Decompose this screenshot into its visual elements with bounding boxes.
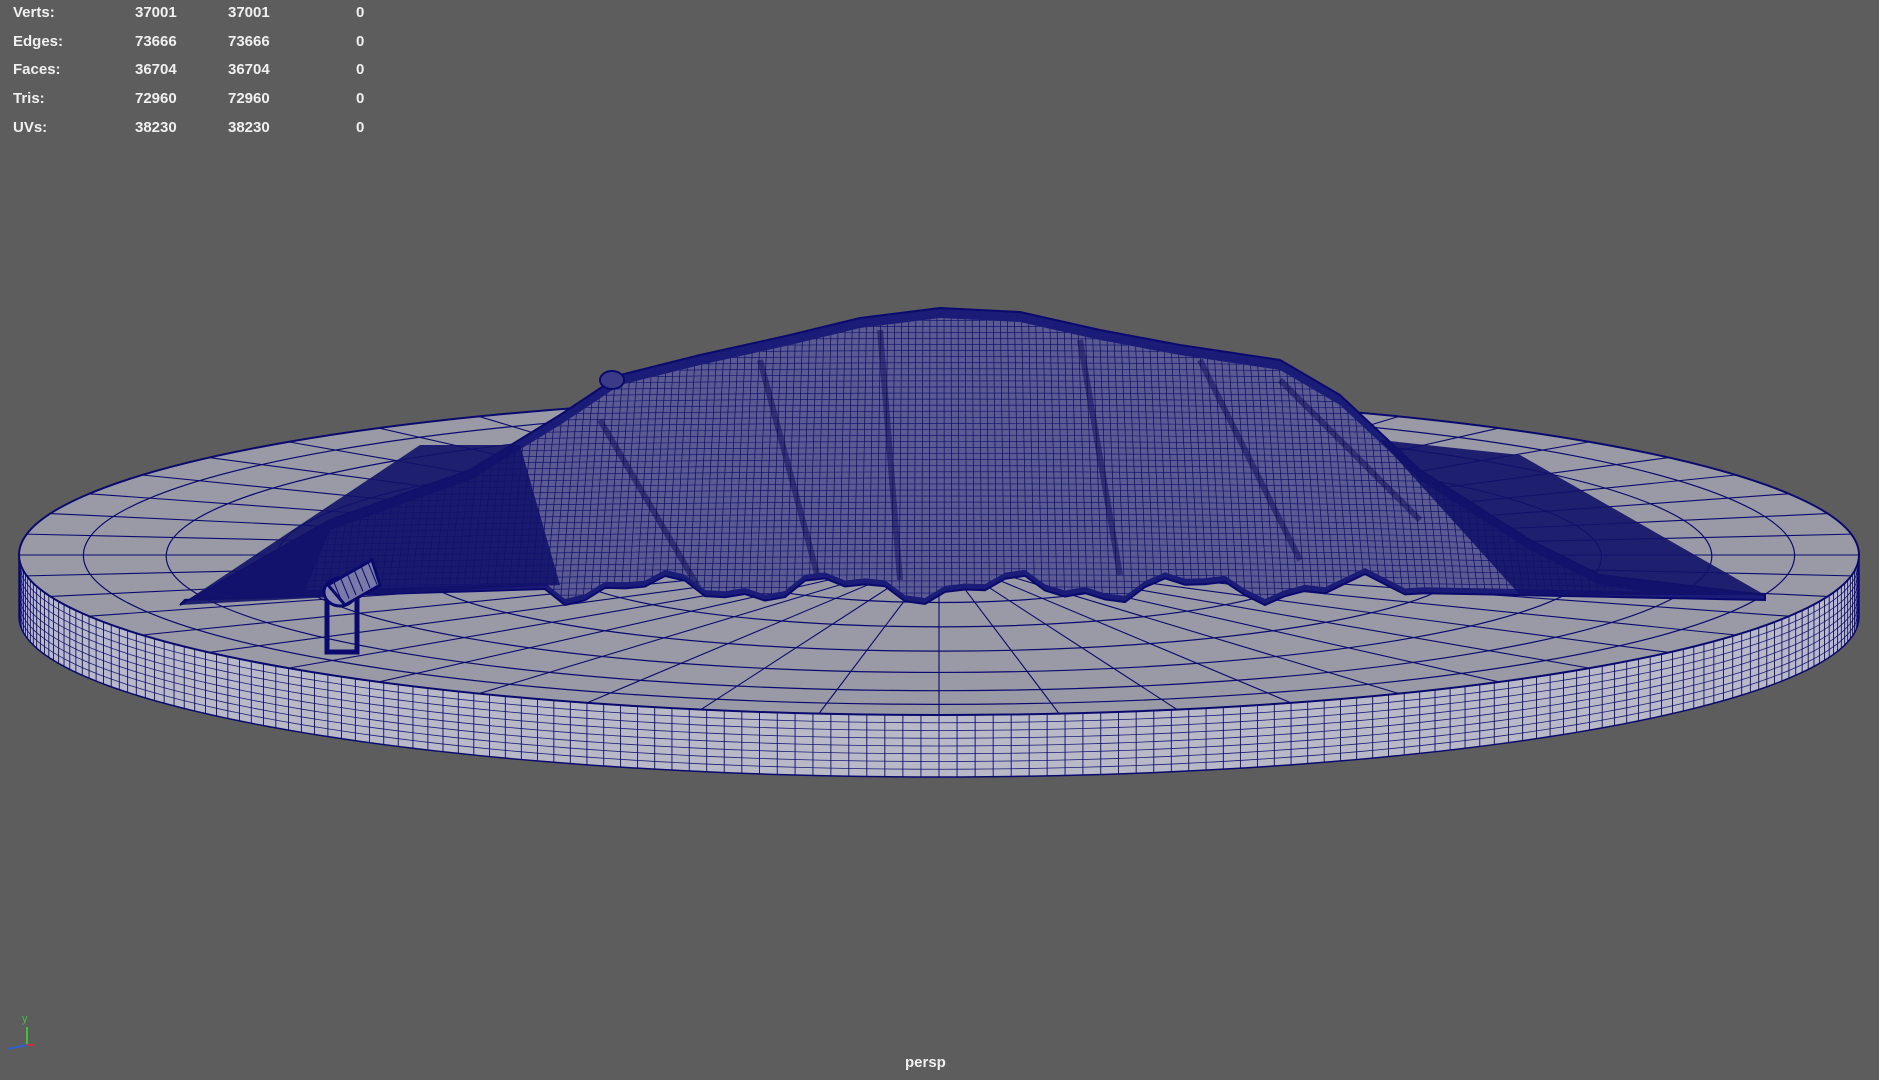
wireframe-scene[interactable] [0, 0, 1879, 1080]
hud-value: 36704 [135, 61, 177, 79]
hud-value: 37001 [228, 4, 270, 21]
hud-value: 73666 [135, 32, 177, 50]
hud-label: Faces: [13, 61, 61, 79]
hud-label: UVs: [13, 118, 48, 136]
hud-value: 0 [356, 118, 365, 136]
view-axis-gizmo: y [0, 1005, 40, 1055]
z-axis-line [7, 1044, 28, 1050]
hud-value: 72960 [228, 90, 270, 108]
camera-name-label: persp [905, 1054, 946, 1071]
hud-value: 38230 [228, 118, 270, 136]
hud-value: 0 [356, 4, 365, 21]
hud-label: Tris: [13, 90, 45, 108]
hud-value: 36704 [228, 61, 270, 79]
hud-label: Edges: [13, 32, 64, 50]
hud-value: 73666 [228, 32, 270, 50]
hud-value: 72960 [135, 90, 177, 108]
hud-value: 38230 [135, 118, 177, 136]
hud-value: 37001 [135, 4, 177, 21]
hud-value: 0 [356, 90, 365, 108]
perspective-viewport[interactable]: Verts: 37001 37001 0 Edges: 73666 73666 … [0, 0, 1879, 1080]
hud-label: Verts: [13, 4, 55, 21]
y-axis-label: y [22, 1013, 28, 1025]
hud-value: 0 [356, 32, 365, 50]
hud-value: 0 [356, 61, 365, 79]
